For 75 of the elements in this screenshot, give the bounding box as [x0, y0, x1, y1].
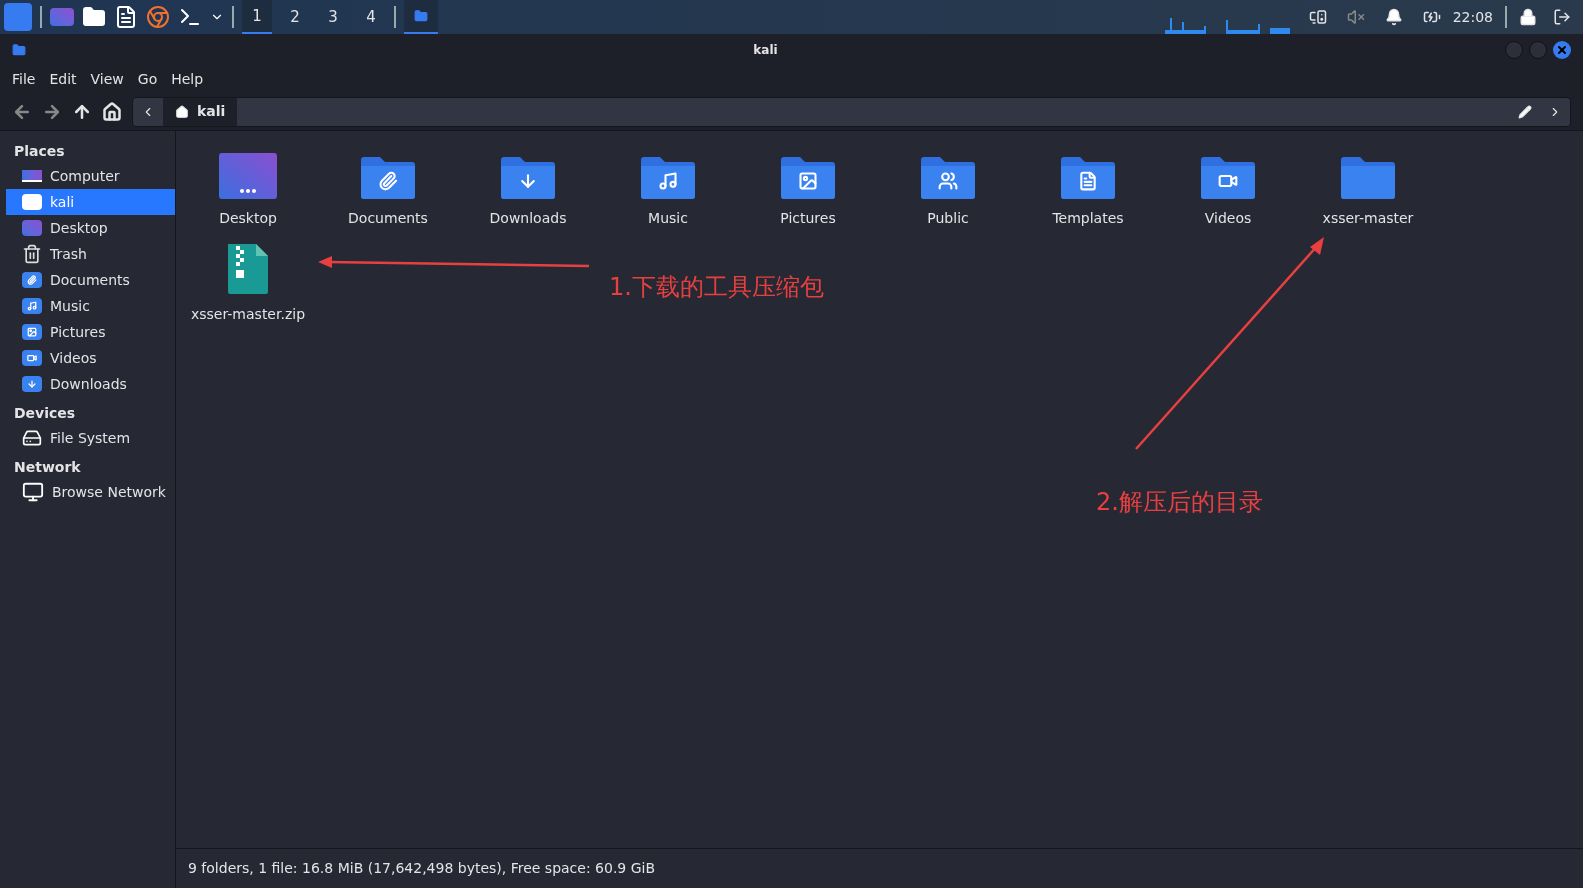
annotation-text: 1.下载的工具压缩包 — [609, 272, 824, 303]
logout-icon[interactable] — [1553, 8, 1571, 26]
sidebar-item[interactable]: Videos — [6, 345, 175, 371]
notification-icon[interactable] — [1384, 8, 1403, 26]
menu-item[interactable]: View — [90, 69, 124, 90]
sidebar-item[interactable]: Documents — [6, 267, 175, 293]
sidebar-item[interactable]: Browse Network — [6, 479, 175, 505]
folder-entry[interactable]: Templates — [1018, 141, 1158, 229]
folder-icon — [359, 154, 417, 200]
folder-icon — [22, 272, 42, 288]
workspace-tab[interactable]: 4 — [356, 0, 386, 34]
window-title: kali — [752, 42, 779, 59]
folder-entry[interactable]: Pictures — [738, 141, 878, 229]
sidebar-heading: Network — [13, 457, 82, 477]
folder-icon — [22, 324, 42, 340]
folder-icon — [1059, 154, 1117, 200]
sidebar-item[interactable]: Computer — [6, 163, 175, 189]
folder-icon — [22, 376, 42, 392]
annotation-text: 2.解压后的目录 — [1096, 487, 1263, 518]
path-button[interactable]: kali — [163, 97, 238, 126]
zip-file-icon — [226, 242, 270, 296]
window-button[interactable] — [404, 0, 438, 34]
sidebar-item[interactable]: Trash — [6, 241, 175, 267]
close-button[interactable] — [1553, 41, 1571, 59]
folder-icon — [779, 154, 837, 200]
folder-entry[interactable]: Videos — [1158, 141, 1298, 229]
workspace-tab[interactable]: 1 — [242, 0, 272, 34]
network-status-icon[interactable] — [1308, 8, 1327, 26]
folder-icon — [22, 298, 42, 314]
folder-icon — [919, 154, 977, 200]
menu-item[interactable]: Go — [137, 69, 158, 90]
folder-icon — [499, 154, 557, 200]
network-icon — [22, 481, 44, 503]
archive-entry[interactable]: xsser-master.zip — [178, 237, 318, 325]
sidebar-item[interactable]: Downloads — [6, 371, 175, 397]
sidebar-item[interactable]: Pictures — [6, 319, 175, 345]
document-icon[interactable] — [114, 5, 138, 29]
computer-icon — [22, 170, 42, 182]
lock-icon[interactable] — [1519, 8, 1537, 26]
trash-icon — [22, 244, 42, 264]
workspace-tab[interactable]: 3 — [318, 0, 348, 34]
folder-icon — [22, 350, 42, 366]
menu-item[interactable]: Edit — [49, 69, 77, 90]
workspace-tab[interactable]: 2 — [280, 0, 310, 34]
sidebar-item[interactable]: Music — [6, 293, 175, 319]
drive-icon — [22, 428, 42, 448]
folder-icon — [12, 43, 26, 57]
sidebar-item[interactable]: File System — [6, 425, 175, 451]
browser-icon[interactable] — [146, 5, 170, 29]
folder-icon — [1199, 154, 1257, 200]
muted-speaker-icon[interactable] — [1346, 8, 1365, 26]
sidebar-heading: Places — [13, 141, 66, 161]
folder-icon[interactable] — [82, 5, 106, 29]
clock[interactable]: 22:08 — [1452, 6, 1493, 28]
folder-entry[interactable]: xsser-master — [1298, 141, 1438, 229]
sidebar-heading: Devices — [13, 403, 77, 423]
folder-icon — [639, 154, 697, 200]
folder-entry[interactable]: Music — [598, 141, 738, 229]
home-icon — [175, 104, 189, 119]
desktop-icon — [22, 220, 42, 236]
desktop-folder-icon — [218, 152, 278, 200]
sidebar-item[interactable]: kali — [6, 189, 175, 215]
folder-entry[interactable]: Public — [878, 141, 1018, 229]
status-bar: 9 folders, 1 file: 16.8 MiB (17,642,498 bytes), Free space: 60.9 GiB — [176, 848, 1583, 888]
edit-icon[interactable] — [1518, 104, 1532, 119]
menu-item[interactable]: Help — [171, 69, 204, 90]
home-icon[interactable] — [102, 101, 122, 122]
close-icon — [1556, 44, 1568, 56]
folder-entry[interactable]: Documents — [318, 141, 458, 229]
folder-icon — [1339, 154, 1397, 200]
folder-entry[interactable]: Desktop — [178, 141, 318, 229]
folder-entry[interactable]: Downloads — [458, 141, 598, 229]
menu-item[interactable]: File — [12, 69, 36, 90]
folder-icon — [414, 9, 428, 23]
sidebar-item[interactable]: Desktop — [6, 215, 175, 241]
